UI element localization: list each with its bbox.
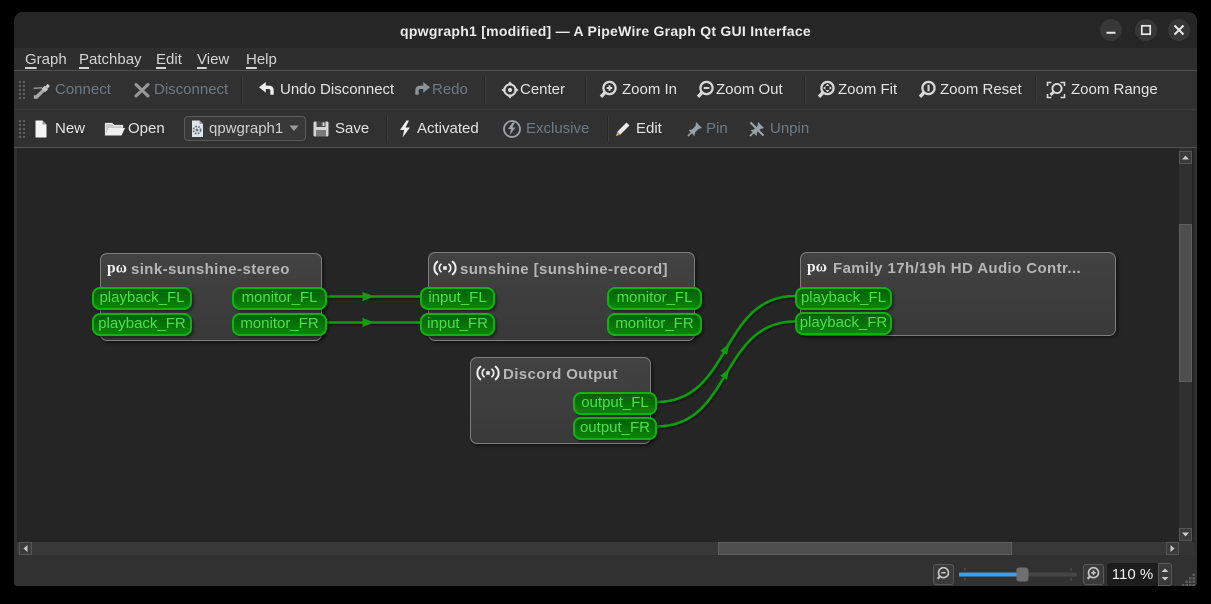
svg-text:pω: pω [807,259,827,276]
svg-text:pω: pω [107,260,127,277]
